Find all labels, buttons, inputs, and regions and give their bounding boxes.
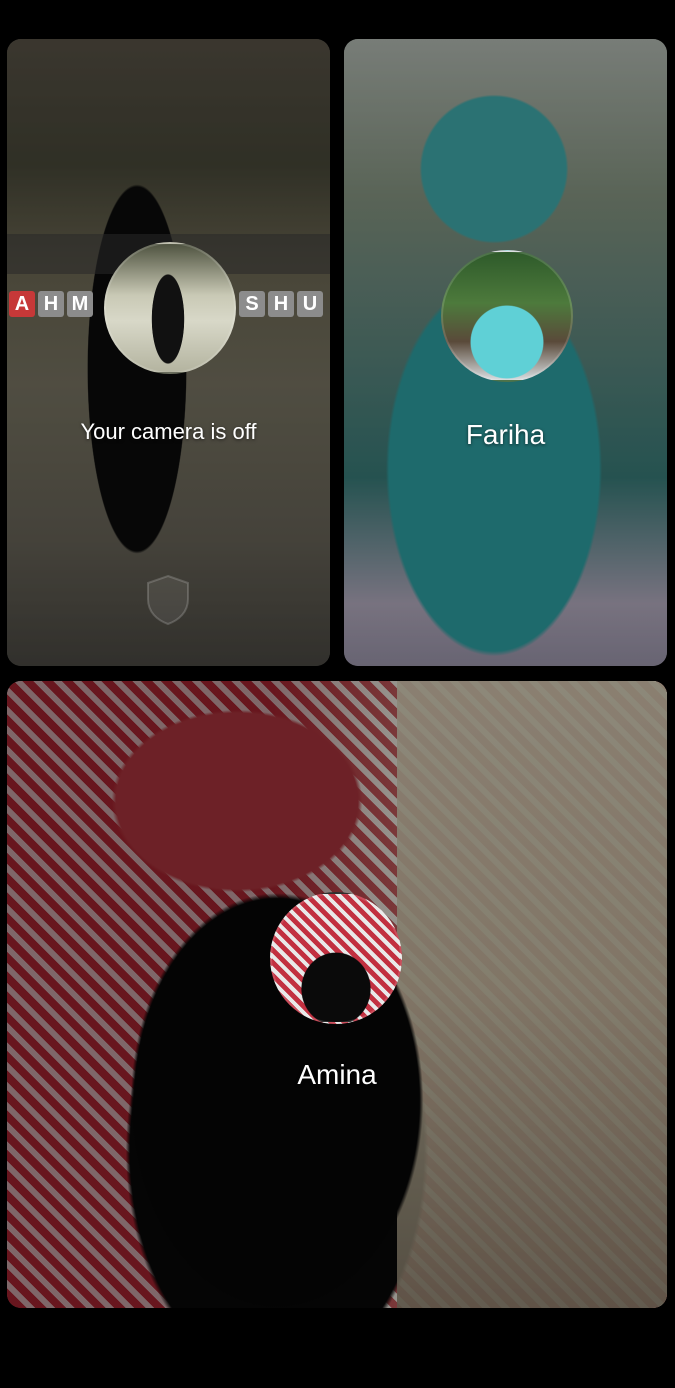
participant-tile-amina[interactable]: Amina	[7, 681, 667, 1308]
participant-tile-self[interactable]: A H M S H U Your camera is off	[7, 39, 330, 666]
avatar-amina	[270, 892, 402, 1024]
shield-icon	[147, 574, 189, 626]
participant-tile-fariha[interactable]: Fariha	[344, 39, 667, 666]
camera-off-label: Your camera is off	[80, 419, 257, 444]
photo-letter: S	[239, 291, 265, 317]
photo-letter: M	[67, 291, 93, 317]
avatar-self	[104, 242, 236, 374]
participant-name: Fariha	[465, 419, 546, 450]
photo-letter: H	[38, 291, 64, 317]
avatar-fariha	[441, 250, 573, 382]
photo-letter: A	[9, 291, 35, 317]
photo-letters-right: S H U	[239, 291, 323, 317]
participant-name: Amina	[297, 1059, 377, 1090]
photo-letters-left: A H M	[9, 291, 93, 317]
photo-letter: H	[268, 291, 294, 317]
photo-letter: U	[297, 291, 323, 317]
